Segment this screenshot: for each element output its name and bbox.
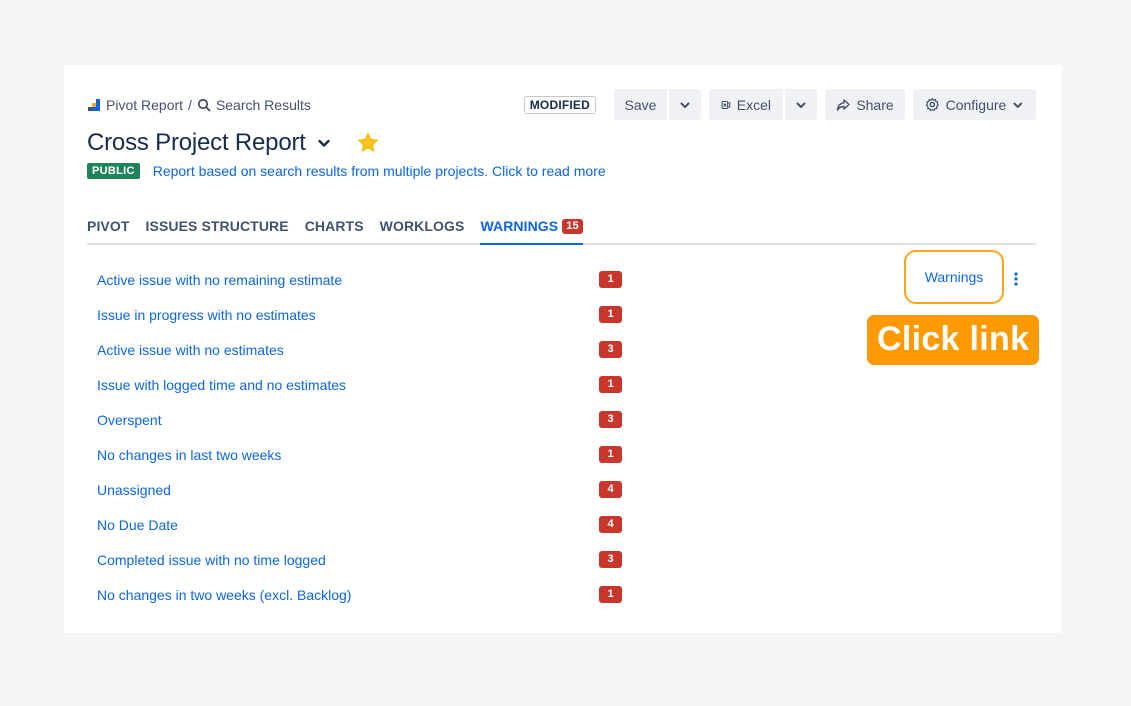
breadcrumb-root[interactable]: Pivot Report [106,97,183,113]
share-button[interactable]: Share [825,89,905,120]
save-group: Save [614,89,701,120]
list-item: No changes in last two weeks 1 [97,437,622,472]
list-item: No changes in two weeks (excl. Backlog) … [97,577,622,612]
warning-count-badge: 1 [599,586,622,603]
breadcrumb-separator: / [188,97,192,113]
tab-label: ISSUES STRUCTURE [145,218,289,234]
warning-link[interactable]: No Due Date [97,517,178,533]
more-vertical-icon[interactable] [1012,271,1020,287]
modified-badge: MODIFIED [523,95,596,114]
warning-link[interactable]: Completed issue with no time logged [97,552,326,568]
tab-issues-structure[interactable]: ISSUES STRUCTURE [146,215,289,243]
tab-pivot[interactable]: PIVOT [87,215,130,243]
description-row: PUBLIC Report based on search results fr… [87,163,606,179]
tab-bar: PIVOT ISSUES STRUCTURE CHARTS WORKLOGS W… [87,215,1036,245]
star-icon[interactable] [356,131,380,155]
excel-label: Excel [736,96,771,113]
tab-label: PIVOT [87,218,130,234]
save-button[interactable]: Save [614,89,667,120]
configure-label: Configure [945,96,1007,113]
title-chevron-down-icon[interactable] [316,135,332,151]
list-item: Completed issue with no time logged 3 [97,542,622,577]
tab-label: CHARTS [304,218,364,234]
warning-link[interactable]: Overspent [97,412,162,428]
breadcrumb: Pivot Report / Search Results [87,97,311,113]
search-icon [197,98,211,112]
list-item: Active issue with no remaining estimate … [97,262,622,297]
title-row: Cross Project Report [87,129,380,157]
tab-warnings[interactable]: WARNINGS 15 [480,215,583,245]
excel-options-button[interactable] [785,89,817,120]
report-card: Pivot Report / Search Results MODIFIED S… [64,65,1061,633]
warning-link[interactable]: Issue in progress with no estimates [97,307,316,323]
warnings-list: Active issue with no remaining estimate … [97,262,622,612]
warning-link[interactable]: Active issue with no remaining estimate [97,272,342,288]
list-item: Issue in progress with no estimates 1 [97,297,622,332]
warning-count-badge: 3 [599,551,622,568]
tab-warnings-count-badge: 15 [562,219,583,234]
list-item: No Due Date 4 [97,507,622,542]
public-badge: PUBLIC [87,163,140,179]
chevron-down-icon [796,102,806,108]
warning-count-badge: 1 [599,446,622,463]
warning-count-badge: 4 [599,516,622,533]
excel-button[interactable]: Excel [709,89,783,120]
save-label: Save [624,96,657,113]
warning-count-badge: 1 [599,271,622,288]
excel-icon [721,100,731,109]
list-item: Issue with logged time and no estimates … [97,367,622,402]
warning-link[interactable]: Issue with logged time and no estimates [97,377,346,393]
warning-count-badge: 4 [599,481,622,498]
tab-charts[interactable]: CHARTS [305,215,364,243]
warning-link[interactable]: No changes in two weeks (excl. Backlog) [97,587,351,603]
gear-icon [925,97,939,112]
warning-count-badge: 3 [599,341,622,358]
list-item: Unassigned 4 [97,472,622,507]
tab-label: WARNINGS [480,218,559,234]
warning-link[interactable]: No changes in last two weeks [97,447,281,463]
warnings-link-highlight: Warnings [904,250,1004,304]
warning-count-badge: 1 [599,306,622,323]
warning-link[interactable]: Unassigned [97,482,171,498]
pivot-report-icon [88,99,100,111]
click-link-callout: Click link [867,315,1040,365]
warnings-link[interactable]: Warnings [925,269,984,285]
list-item: Active issue with no estimates 3 [97,332,622,367]
warning-count-badge: 3 [599,411,622,428]
page-title: Cross Project Report [87,129,306,156]
configure-button[interactable]: Configure [913,89,1036,120]
chevron-down-icon [680,102,690,108]
share-group: Share [825,89,905,120]
warning-link[interactable]: Active issue with no estimates [97,342,284,358]
share-label: Share [856,96,894,113]
save-options-button[interactable] [669,89,701,120]
chevron-down-icon [1013,102,1023,108]
description-link[interactable]: Report based on search results from mult… [153,163,606,179]
tab-label: WORKLOGS [379,218,465,234]
excel-group: Excel [709,89,817,120]
breadcrumb-current[interactable]: Search Results [216,97,311,113]
tab-worklogs[interactable]: WORKLOGS [380,215,465,243]
warning-count-badge: 1 [599,376,622,393]
list-item: Overspent 3 [97,402,622,437]
share-icon [837,98,851,111]
toolbar: MODIFIED Save Excel Share Configure [523,89,1036,120]
